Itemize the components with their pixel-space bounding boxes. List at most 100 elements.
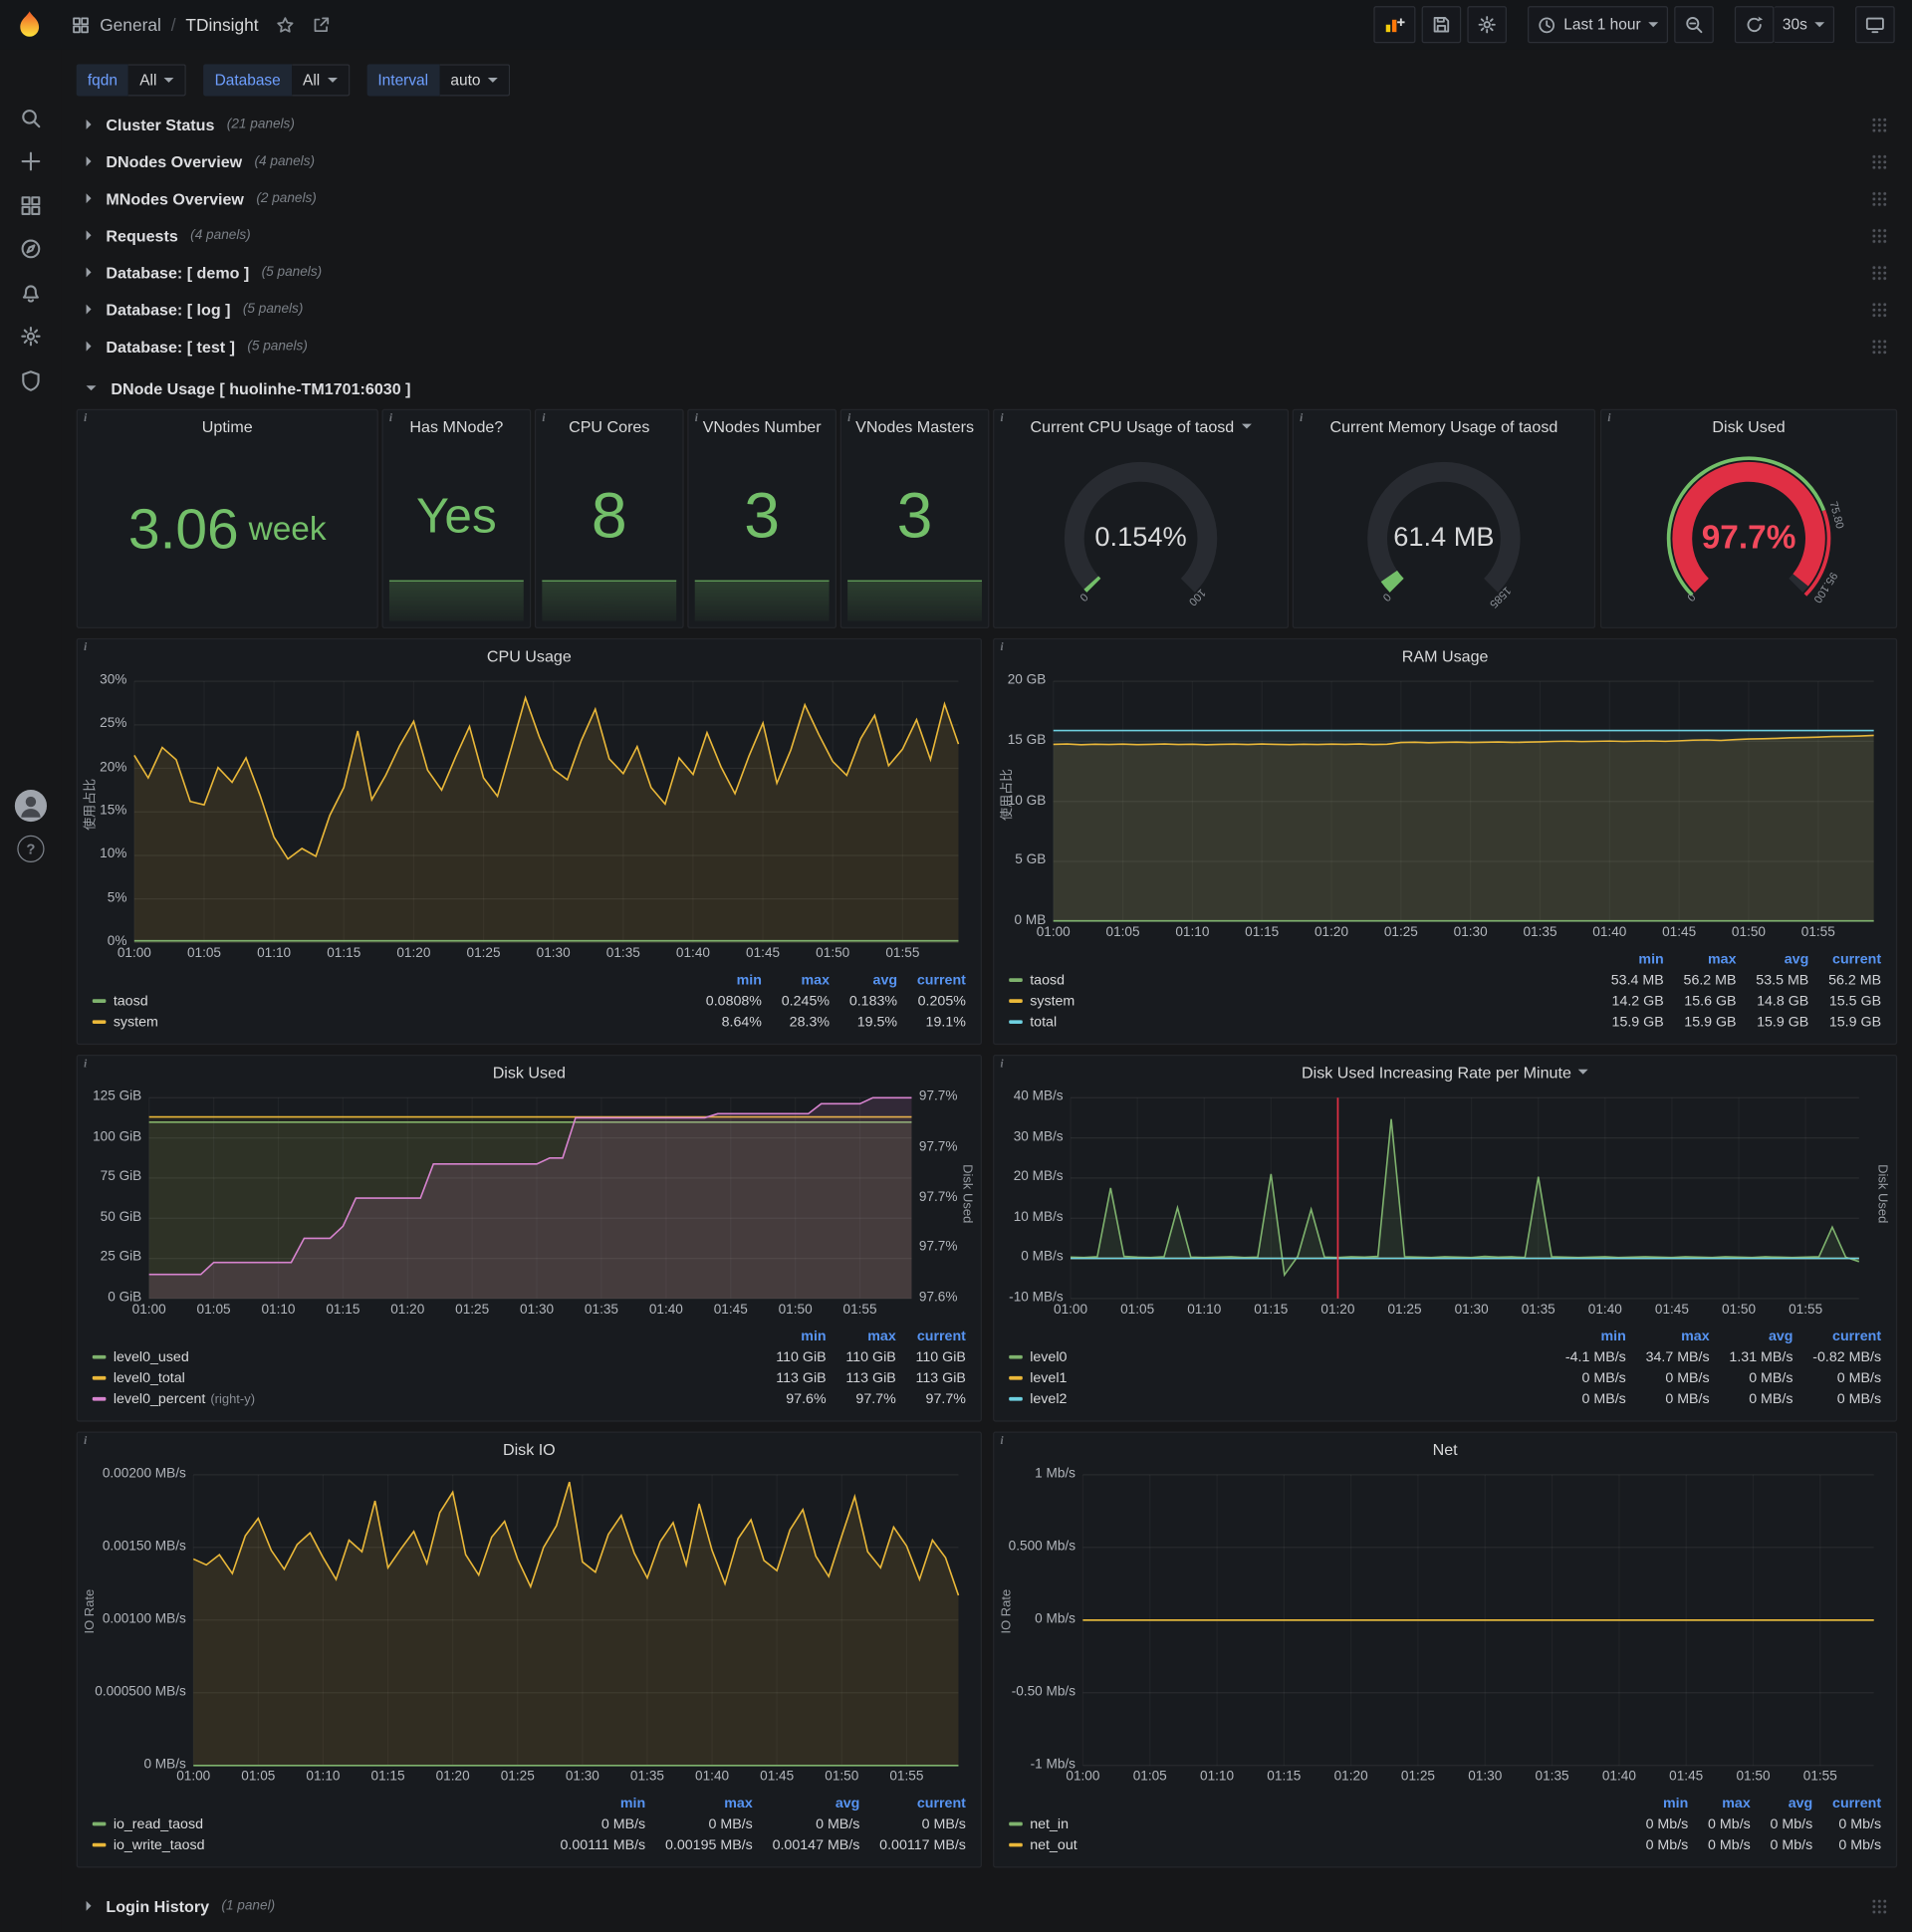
chart-plot[interactable]: 0.00200 MB/s 0.00150 MB/s 0.00100 MB/s 0.00… [78,1465,981,1791]
sidebar-item-create[interactable] [0,146,62,176]
row-panel-count: (4 panels) [254,153,316,169]
help-icon: ? [17,835,45,862]
chart-plot[interactable]: 40 MB/s 30 MB/s 20 MB/s 10 MB/s 0 MB/s -10 MB… [994,1087,1896,1323]
legend-series-name[interactable]: level0 [1030,1350,1067,1365]
row-drag-handle[interactable] [1871,227,1888,244]
dashboard-row[interactable]: Database: [ demo ] (5 panels) [77,254,1895,291]
panel-menu-caret[interactable] [1578,1069,1589,1075]
dashboard-row-login-history[interactable]: Login History (1 panel) [77,1887,1895,1924]
sidebar-item-server-admin[interactable] [0,365,62,395]
panel-vnodes-number: VNodes Number 3 [687,408,836,628]
sidebar-item-dashboards[interactable] [0,191,62,221]
variable-value-dropdown[interactable]: auto [439,64,511,97]
panel-title[interactable]: RAM Usage [994,639,1896,671]
panel-title[interactable]: Disk Used [78,1056,981,1087]
panel-title[interactable]: Net [994,1433,1896,1465]
panel-title[interactable]: CPU Cores [536,410,682,442]
sidebar-item-configuration[interactable] [0,322,62,352]
grafana-logo[interactable] [14,9,46,41]
panel-title[interactable]: Uptime [78,410,377,442]
legend-row: level0_total 113 GiB 113 GiB 113 GiB [92,1368,966,1389]
chevron-right-icon [86,119,92,129]
panel-info-icon[interactable] [389,411,392,423]
legend-row: system 8.64% 28.3% 19.5% 19.1% [92,1013,966,1034]
panel-info-icon[interactable] [1001,411,1004,423]
sidebar-item-profile[interactable] [0,789,62,824]
row-drag-handle[interactable] [1871,338,1888,355]
dashboard-row[interactable]: Database: [ test ] (5 panels) [77,328,1895,364]
dashboard-row[interactable]: Requests (4 panels) [77,217,1895,254]
panel-cpu-usage-chart: CPU Usage 30%25%20%15%10%5%0%01:0001:050… [76,637,982,1046]
sidebar-item-alerting[interactable] [0,279,62,309]
panel-title[interactable]: Disk Used [1601,410,1896,442]
legend-series-name[interactable]: taosd [1030,973,1065,988]
legend-series-name[interactable]: level0_percent [114,1392,206,1407]
chart-plot[interactable]: 1 Mb/s 0.500 Mb/s 0 Mb/s -0.50 Mb/s -1 Mb/s 0… [994,1465,1896,1791]
legend-series-name[interactable]: level0_total [114,1371,185,1386]
legend-series-name[interactable]: total [1030,1015,1057,1030]
panel-info-icon[interactable] [847,411,850,423]
dashboard-row[interactable]: Database: [ log ] (5 panels) [77,291,1895,328]
row-drag-handle[interactable] [1871,301,1888,318]
panel-info-icon[interactable] [84,640,87,652]
panel-info-icon[interactable] [84,411,87,423]
legend-series-name[interactable]: level2 [1030,1392,1067,1407]
panel-info-icon[interactable] [84,1434,87,1446]
dashboard-row[interactable]: MNodes Overview (2 panels) [77,180,1895,217]
y-axis-tick-label: 125 GiB [93,1088,142,1104]
sidebar-item-explore[interactable] [0,234,62,264]
panel-info-icon[interactable] [542,411,545,423]
panel-title[interactable]: Disk IO [78,1433,981,1465]
row-drag-handle[interactable] [1871,153,1888,170]
panel-info-icon[interactable] [1001,640,1004,652]
chart-plot[interactable]: 30% 25% 20% 15% 10% 5% 0% 01:00 01:05 01:10 01:15 0… [78,671,981,967]
legend-series-name[interactable]: taosd [114,994,148,1009]
legend-series-name[interactable]: level1 [1030,1371,1067,1386]
panel-info-icon[interactable] [84,1057,87,1069]
legend-row: net_in 0 Mb/s 0 Mb/s 0 Mb/s 0 Mb/s [1009,1814,1881,1835]
x-axis-tick-label: 01:00 [131,1302,166,1318]
y-axis-tick-label: 0.000500 MB/s [95,1684,186,1699]
panel-title[interactable]: Has MNode? [383,410,530,442]
row-drag-handle[interactable] [1871,190,1888,207]
panel-info-icon[interactable] [1300,411,1303,423]
dashboard-row[interactable]: DNodes Overview (4 panels) [77,143,1895,180]
y2-axis-tick-label: 97.7% [918,1088,958,1104]
legend-series-name[interactable]: system [1030,994,1075,1009]
variable-value-dropdown[interactable]: All [291,64,350,97]
row-drag-handle[interactable] [1871,264,1888,281]
x-axis-tick-label: 01:50 [1731,925,1766,940]
legend-series-name[interactable]: net_out [1030,1838,1076,1853]
panel-info-icon[interactable] [695,411,698,423]
panel-info-icon[interactable] [1001,1057,1004,1069]
chart-plot[interactable]: 125 GiB 100 GiB 75 GiB 50 GiB 25 GiB 0 GiB 97.… [78,1087,981,1323]
legend-series-name[interactable]: io_read_taosd [114,1817,203,1832]
y-axis-tick-label: 15 GB [1007,732,1047,748]
panel-title-text: VNodes Masters [855,416,974,436]
legend-series-name[interactable]: io_write_taosd [114,1838,205,1853]
dashboard-row[interactable]: Cluster Status (21 panels) [77,106,1895,142]
panel-title[interactable]: VNodes Number [689,410,836,442]
legend-series-name[interactable]: net_in [1030,1817,1069,1832]
row-drag-handle[interactable] [1871,1897,1888,1914]
legend-series-name[interactable]: level0_used [114,1350,189,1365]
panel-title[interactable]: Disk Used Increasing Rate per Minute [994,1056,1896,1087]
x-axis-tick-label: 01:30 [1454,1302,1489,1318]
panel-title[interactable]: Current CPU Usage of taosd [994,410,1287,442]
panel-disk-used-chart: Disk Used 125 GiB 100 GiB 75 GiB 50 GiB 25 G… [76,1054,982,1422]
panel-info-icon[interactable] [1607,411,1610,423]
panel-title[interactable]: CPU Usage [78,639,981,671]
legend-series-name[interactable]: system [114,1015,158,1030]
sidebar-item-search[interactable] [0,104,62,133]
panel-info-icon[interactable] [1001,1434,1004,1446]
panel-title[interactable]: VNodes Masters [841,410,988,442]
legend-value: 97.7% [855,1391,896,1407]
sidebar-item-help[interactable]: ? [0,835,62,864]
panel-menu-caret[interactable] [1241,423,1252,429]
chart-plot[interactable]: 20 GB 15 GB 10 GB 5 GB 0 MB 01:00 01:05 01:10 01… [994,671,1896,946]
row-drag-handle[interactable] [1871,116,1888,132]
row-panel-count: (5 panels) [242,302,304,317]
dashboard-row-dnode-usage[interactable]: DNode Usage [ huolinhe-TM1701:6030 ] [77,369,1895,406]
variable-value-dropdown[interactable]: All [128,64,187,97]
panel-title[interactable]: Current Memory Usage of taosd [1294,410,1594,442]
